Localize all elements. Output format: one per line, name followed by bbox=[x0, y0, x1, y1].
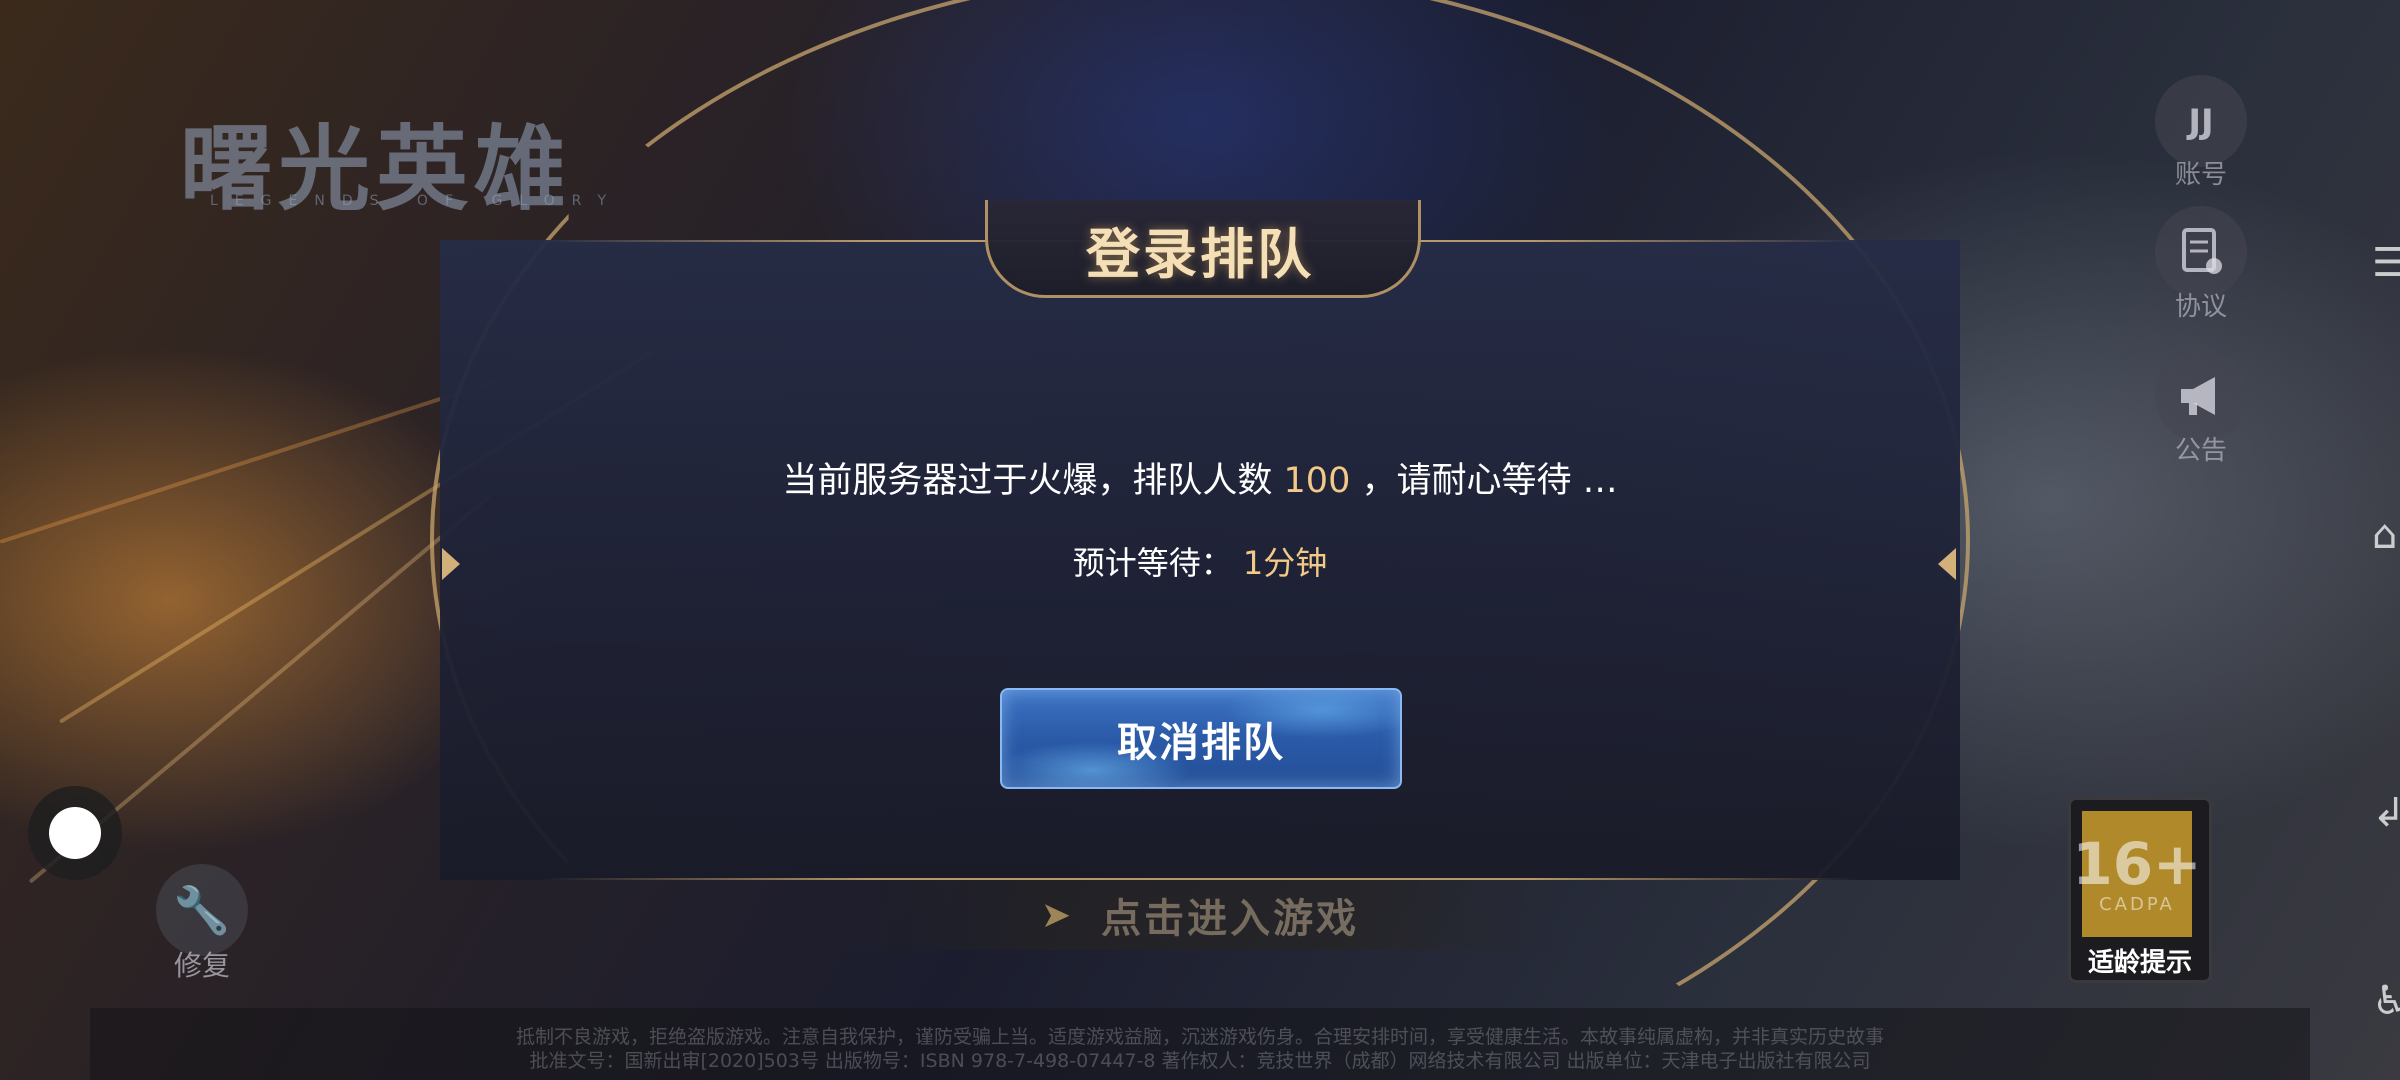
age-rating-tip: 适龄提示 bbox=[2087, 948, 2192, 978]
home-icon[interactable]: ⌂ bbox=[2372, 512, 2397, 558]
agreement-label[interactable]: 协议 bbox=[2140, 286, 2262, 323]
announcement-label[interactable]: 公告 bbox=[2140, 430, 2262, 467]
account-label[interactable]: 账号 bbox=[2140, 154, 2262, 191]
estimated-wait-value: 1分钟 bbox=[1242, 544, 1328, 582]
megaphone-glyph bbox=[2181, 377, 2215, 415]
queue-message-suffix: ，请耐心等待 … bbox=[1361, 461, 1618, 501]
dialog-title: 登录排队 bbox=[1086, 223, 1314, 286]
game-login-screen: 曙光英雄 LEGENDS OF GLORY 登录排队 当前服务器过于火爆，排队人… bbox=[0, 0, 2400, 1080]
floating-ball-dot bbox=[49, 807, 101, 859]
agreement-icon[interactable] bbox=[2155, 206, 2247, 298]
age-rating-org: CADPA bbox=[2099, 893, 2175, 915]
enter-arrow-icon: ➤ bbox=[1040, 894, 1072, 936]
age-rating-number: 16+ bbox=[2072, 829, 2202, 898]
estimated-wait: 预计等待： 1分钟 bbox=[0, 538, 2400, 584]
enter-game-button[interactable]: ➤ 点击进入游戏 bbox=[840, 880, 1560, 950]
age-rating-panel: 16+ CADPA bbox=[2072, 811, 2202, 937]
accessibility-icon[interactable]: ♿ bbox=[2372, 978, 2400, 1024]
queue-message: 当前服务器过于火爆，排队人数 100 ，请耐心等待 … bbox=[0, 452, 2400, 503]
repair-label[interactable]: 修复 bbox=[152, 944, 252, 984]
cancel-queue-button[interactable]: 取消排队 bbox=[1000, 688, 1402, 789]
megaphone-icon[interactable] bbox=[2155, 350, 2247, 442]
estimated-wait-label: 预计等待： bbox=[1072, 544, 1233, 582]
back-icon[interactable]: ↲ bbox=[2372, 790, 2400, 836]
svg-text:JJ: JJ bbox=[2186, 102, 2213, 142]
queue-count: 100 bbox=[1283, 461, 1351, 501]
queue-message-prefix: 当前服务器过于火爆，排队人数 bbox=[782, 461, 1273, 501]
footer-license-info: 批准文号：国新出审[2020]503号 出版物号：ISBN 978-7-498-… bbox=[529, 1050, 1871, 1072]
enter-game-label: 点击进入游戏 bbox=[1101, 896, 1360, 942]
account-glyph: JJ bbox=[2186, 102, 2213, 142]
menu-icon[interactable]: ☰ bbox=[2372, 240, 2400, 286]
game-logo-subtitle: LEGENDS OF GLORY bbox=[210, 193, 624, 209]
wrench-icon[interactable]: 🔧 bbox=[156, 864, 248, 956]
agreement-glyph bbox=[2182, 228, 2222, 274]
footer-health-notice: 抵制不良游戏，拒绝盗版游戏。注意自我保护，谨防受骗上当。适度游戏益脑，沉迷游戏伤… bbox=[515, 1026, 1884, 1048]
